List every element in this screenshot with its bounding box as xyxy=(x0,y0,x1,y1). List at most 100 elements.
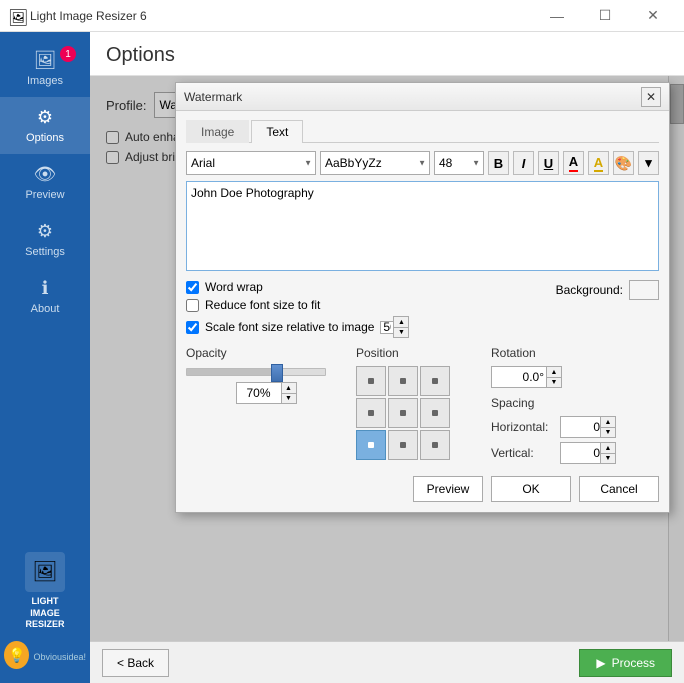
underline-button[interactable]: U xyxy=(538,151,559,175)
opacity-down-button[interactable]: ▼ xyxy=(281,393,297,404)
about-icon: ℹ xyxy=(42,278,49,299)
dialog-close-button[interactable]: ✕ xyxy=(641,87,661,107)
sidebar-item-label-about: About xyxy=(31,303,60,315)
pos-cell-5[interactable] xyxy=(420,398,450,428)
horizontal-input[interactable] xyxy=(560,416,600,438)
font-color-a-button[interactable]: A xyxy=(563,151,584,175)
color-dropdown-button[interactable]: ▾ xyxy=(638,151,659,175)
pos-cell-6[interactable] xyxy=(356,430,386,460)
pos-cell-1[interactable] xyxy=(388,366,418,396)
scale-font-row: Scale font size relative to image ▲ ▼ xyxy=(186,316,659,338)
sidebar-bottom: 🖼 LIGHT IMAGE RESIZER 💡 Obviousidea! xyxy=(0,542,90,683)
opacity-value-row: ▲ ▼ xyxy=(186,382,346,404)
rotation-up-button[interactable]: ▲ xyxy=(546,366,562,377)
v-up-button[interactable]: ▲ xyxy=(600,442,616,453)
sidebar-item-options[interactable]: ⚙ Options xyxy=(0,97,90,154)
rotation-down-button[interactable]: ▼ xyxy=(546,377,562,388)
app-title: Light Image Resizer 6 xyxy=(30,9,534,23)
process-icon: ▶ xyxy=(596,656,605,670)
scale-value-spinner[interactable]: ▲ ▼ xyxy=(380,316,409,338)
horizontal-spacing-label: Horizontal: xyxy=(491,420,556,434)
dialog-body: Image Text Arial xyxy=(176,111,669,512)
watermark-text-input[interactable]: John Doe Photography xyxy=(186,181,659,271)
page-title: Options xyxy=(90,32,684,76)
horizontal-spinner[interactable]: ▲ ▼ xyxy=(560,416,616,438)
font-preview-input[interactable] xyxy=(320,151,430,175)
options-icon: ⚙ xyxy=(37,107,53,128)
minimize-button[interactable]: — xyxy=(534,0,580,32)
font-color-yellow-button[interactable]: A xyxy=(588,151,609,175)
reduce-font-label: Reduce font size to fit xyxy=(205,298,320,312)
process-button[interactable]: ▶ Process xyxy=(579,649,672,677)
bottom-bar: < Back ▶ Process xyxy=(90,641,684,683)
scale-value-input[interactable] xyxy=(380,321,393,334)
pos-cell-3[interactable] xyxy=(356,398,386,428)
tab-image[interactable]: Image xyxy=(186,120,249,143)
paint-bucket-button[interactable]: 🎨 xyxy=(613,151,634,175)
sidebar-item-label-options: Options xyxy=(26,132,64,144)
bold-button[interactable]: B xyxy=(488,151,509,175)
main-content: Options Profile: Watermark 💾 🖫 ✕ ··· xyxy=(90,32,684,683)
window-controls: — ☐ ✕ xyxy=(534,0,676,32)
pos-cell-0[interactable] xyxy=(356,366,386,396)
close-button[interactable]: ✕ xyxy=(630,0,676,32)
sidebar-item-label-settings: Settings xyxy=(25,246,65,258)
v-down-button[interactable]: ▼ xyxy=(600,453,616,464)
pos-cell-7[interactable] xyxy=(388,430,418,460)
opacity-spin-buttons: ▲ ▼ xyxy=(281,382,297,404)
opacity-spinner[interactable]: ▲ ▼ xyxy=(236,382,297,404)
font-family-select[interactable]: Arial xyxy=(186,151,316,175)
italic-button[interactable]: I xyxy=(513,151,534,175)
rotation-label: Rotation xyxy=(491,346,659,360)
opacity-slider-track[interactable] xyxy=(186,368,326,376)
reduce-font-row: Reduce font size to fit xyxy=(186,298,659,312)
sidebar-item-preview[interactable]: 👁 Preview xyxy=(0,154,90,211)
word-wrap-checkbox[interactable] xyxy=(186,281,199,294)
opacity-slider-thumb[interactable] xyxy=(271,364,283,382)
vertical-spinner[interactable]: ▲ ▼ xyxy=(560,442,616,464)
scale-up-button[interactable]: ▲ xyxy=(393,316,409,327)
scale-down-button[interactable]: ▼ xyxy=(393,327,409,338)
pos-cell-8[interactable] xyxy=(420,430,450,460)
images-badge: 1 xyxy=(60,46,76,62)
dialog-title-bar: Watermark ✕ xyxy=(176,83,669,111)
dialog-preview-button[interactable]: Preview xyxy=(413,476,483,502)
back-button[interactable]: < Back xyxy=(102,649,169,677)
position-grid xyxy=(356,366,481,460)
pos-cell-2[interactable] xyxy=(420,366,450,396)
font-size-select[interactable]: 48 xyxy=(434,151,484,175)
h-up-button[interactable]: ▲ xyxy=(600,416,616,427)
options-body: Profile: Watermark 💾 🖫 ✕ ··· Auto en xyxy=(90,76,684,641)
app-icon: 🖼 xyxy=(8,8,24,24)
background-swatch[interactable] xyxy=(629,280,659,300)
pos-cell-4[interactable] xyxy=(388,398,418,428)
dialog-cancel-button[interactable]: Cancel xyxy=(579,476,659,502)
spacing-label: Spacing xyxy=(491,396,659,410)
vertical-spacing-row: Vertical: ▲ ▼ xyxy=(491,442,659,464)
opacity-up-button[interactable]: ▲ xyxy=(281,382,297,393)
title-bar: 🖼 Light Image Resizer 6 — ☐ ✕ xyxy=(0,0,684,32)
watermark-dialog: Watermark ✕ Image Text xyxy=(175,82,670,513)
sidebar-item-settings[interactable]: ⚙ Settings xyxy=(0,211,90,268)
dialog-ok-button[interactable]: OK xyxy=(491,476,571,502)
sidebar-item-about[interactable]: ℹ About xyxy=(0,268,90,325)
tab-text[interactable]: Text xyxy=(251,120,303,143)
font-size-wrapper[interactable]: 48 xyxy=(434,151,484,175)
opacity-input[interactable] xyxy=(236,382,281,404)
sidebar-item-images[interactable]: 🖼 Images 1 xyxy=(0,40,90,97)
opacity-column: Opacity ▲ xyxy=(186,346,346,468)
settings-icon: ⚙ xyxy=(37,221,53,242)
h-down-button[interactable]: ▼ xyxy=(600,427,616,438)
maximize-button[interactable]: ☐ xyxy=(582,0,628,32)
rotation-row: ▲ ▼ xyxy=(491,366,659,388)
dialog-tabs: Image Text xyxy=(186,119,659,143)
vertical-input[interactable] xyxy=(560,442,600,464)
rotation-spinner[interactable]: ▲ ▼ xyxy=(491,366,562,388)
font-family-wrapper[interactable]: Arial xyxy=(186,151,316,175)
reduce-font-checkbox[interactable] xyxy=(186,299,199,312)
dialog-overlay: Watermark ✕ Image Text xyxy=(90,76,684,641)
watermark-options: Word wrap Reduce font size to fit Scale … xyxy=(186,280,659,338)
scale-font-checkbox[interactable] xyxy=(186,321,199,334)
rotation-input[interactable] xyxy=(491,366,546,388)
vertical-spacing-label: Vertical: xyxy=(491,446,556,460)
